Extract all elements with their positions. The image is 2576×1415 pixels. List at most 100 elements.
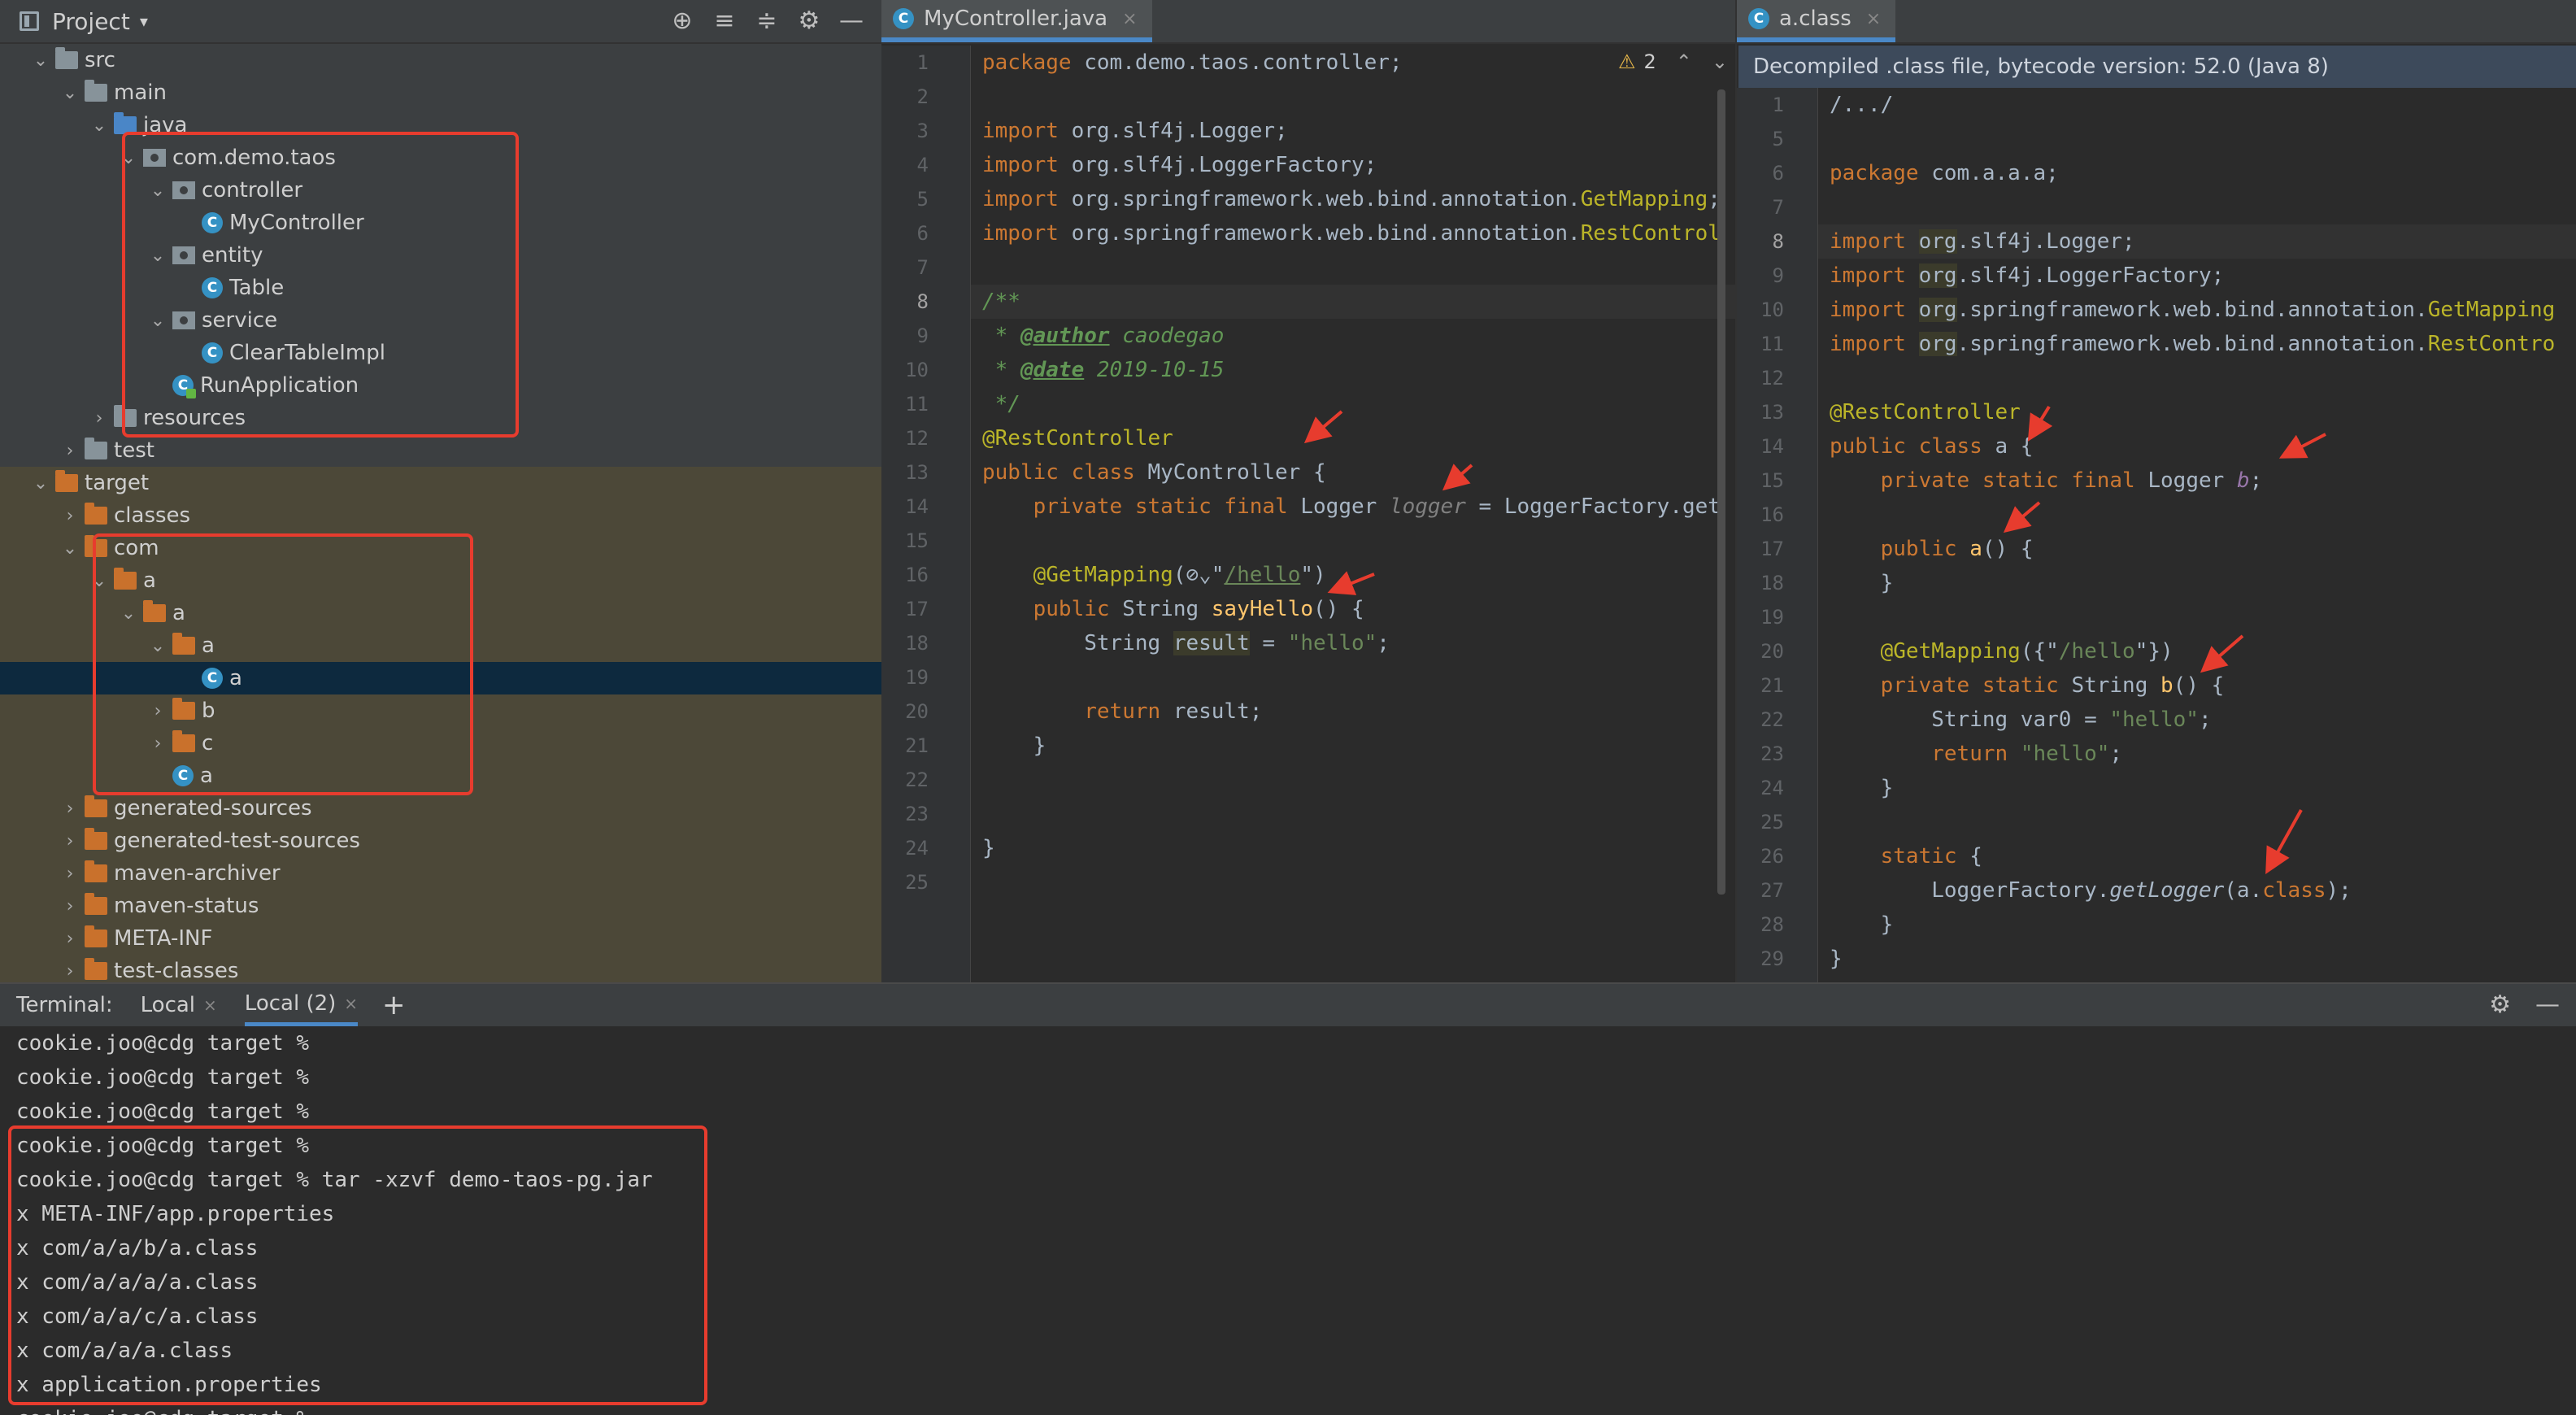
terminal-tab-local-2[interactable]: Local (2) × [244,984,359,1026]
locate-icon[interactable]: ⊕ [670,7,694,35]
tree-item[interactable]: › classes [0,499,881,532]
tree-item[interactable]: › test [0,434,881,467]
chevron-down-icon[interactable]: ⌄ [85,115,114,136]
code-token: .slf4j.LoggerFactory; [1956,263,2225,288]
tree-item-label: target [85,471,150,495]
next-warning-icon[interactable]: ⌄ [1712,50,1728,73]
gear-icon[interactable]: ⚙ [2489,990,2511,1019]
code-line: return result; [982,694,1262,729]
chevron-down-icon[interactable]: ⌄ [85,571,114,591]
tree-item[interactable]: ⌄ com.demo.taos [0,142,881,174]
tree-item[interactable]: C MyController [0,207,881,239]
warning-icon: ⚠ [1618,50,1636,73]
tree-item[interactable]: ⌄ src [0,44,881,76]
tree-item[interactable]: › META-INF [0,922,881,955]
chevron-right-icon[interactable]: › [55,506,85,526]
line-number: 1 [1772,94,1784,116]
tree-item-label: service [202,308,278,333]
tree-item[interactable]: › b [0,694,881,727]
hide-icon[interactable]: — [839,7,864,35]
code-token: (⊘⌄" [1173,563,1225,587]
chevron-right-icon[interactable]: › [55,961,85,982]
editor-left-scrollbar[interactable] [1717,89,1725,895]
warning-indicator[interactable]: ⚠ 2 ⌃ ⌄ [1618,50,1728,73]
tree-item[interactable]: Ca [0,760,881,792]
close-icon[interactable]: × [203,995,217,1015]
tree-item[interactable]: › test-classes [0,955,881,982]
tree-item[interactable]: C RunApplication [0,369,881,402]
chevron-down-icon[interactable]: ⌄ [143,246,172,266]
code-token: public class [982,460,1148,485]
tree-item[interactable]: ⌄ entity [0,239,881,272]
tree-item[interactable]: C Table [0,272,881,304]
tree-item[interactable]: C ClearTableImpl [0,337,881,369]
chevron-right-icon[interactable]: › [143,701,172,721]
tab-a-class[interactable]: C a.class × [1737,0,1896,42]
tree-item[interactable]: ⌄ a [0,597,881,629]
terminal-line: cookie.joo@cdg target % [16,1065,310,1090]
expand-all-icon[interactable]: ≡ [712,7,737,35]
editor-left-tabbar: C MyController.java × [881,0,1735,44]
chevron-right-icon[interactable]: › [55,799,85,819]
prev-warning-icon[interactable]: ⌃ [1676,50,1692,73]
close-icon[interactable]: × [1866,9,1881,29]
chevron-right-icon[interactable]: › [55,441,85,461]
editor-right[interactable]: 1/.../5 6 package com.a.a.a; 7 8 import org.s… [1737,88,2576,982]
chevron-down-icon[interactable]: ⌄ [26,50,55,71]
line-number: 21 [1760,674,1784,697]
close-icon[interactable]: × [1122,9,1137,29]
code-token: @author [1020,324,1110,348]
gear-icon[interactable]: ⚙ [797,7,821,35]
project-title[interactable]: Project [52,8,130,35]
code-token: com.a.a.a; [1931,161,2059,185]
chevron-right-icon[interactable]: › [55,896,85,916]
tree-item[interactable]: › maven-archiver [0,857,881,890]
code-line: } [982,831,995,865]
chevron-down-icon[interactable]: ⌄ [143,181,172,201]
terminal-tab-local[interactable]: Local × [141,984,217,1026]
tree-item[interactable]: › resources [0,402,881,434]
hide-icon[interactable]: — [2535,990,2560,1019]
tree-item[interactable]: › generated-test-sources [0,825,881,857]
tree-item[interactable]: ⌄ java [0,109,881,142]
add-terminal-icon[interactable]: + [382,989,406,1021]
tree-item[interactable]: ⌄ service [0,304,881,337]
tree-item[interactable]: ⌄ a [0,564,881,597]
tab-mycontroller[interactable]: C MyController.java × [881,0,1152,42]
chevron-down-icon[interactable]: ⌄ [26,473,55,494]
line-number: 8 [1772,230,1784,253]
tree-item[interactable]: › maven-status [0,890,881,922]
collapse-all-icon[interactable]: ≑ [755,7,779,35]
folder-icon [114,405,137,427]
close-icon[interactable]: × [344,994,358,1013]
code-token: /hello [2058,639,2135,664]
line-number: 12 [1760,367,1784,390]
chevron-right-icon[interactable]: › [143,734,172,754]
chevron-down-icon[interactable]: ⌄ [55,538,85,559]
chevron-down-icon[interactable]: ⌄ [114,148,143,168]
chevron-down-icon[interactable]: ⌄ [114,603,143,624]
tree-item[interactable]: ⌄ com [0,532,881,564]
chevron-right-icon[interactable]: › [55,831,85,851]
tree-item[interactable]: › c [0,727,881,760]
chevron-down-icon[interactable]: ▾ [140,11,148,31]
chevron-right-icon[interactable]: › [55,929,85,949]
terminal-output[interactable]: cookie.joo@cdg target % cookie.joo@cdg ta… [16,1026,653,1415]
line-number: 6 [916,222,929,245]
tree-item[interactable]: ⌄ a [0,629,881,662]
chevron-right-icon[interactable]: › [85,408,114,429]
chevron-right-icon[interactable]: › [55,864,85,884]
chevron-down-icon[interactable]: ⌄ [55,83,85,103]
code-line: private static final Logger logger = Log… [982,490,1721,524]
tree-item[interactable]: ⌄ main [0,76,881,109]
code-line: */ [982,387,1020,421]
chevron-down-icon[interactable]: ⌄ [143,636,172,656]
tree-item[interactable]: › generated-sources [0,792,881,825]
tree-item[interactable]: ⌄ controller [0,174,881,207]
code-token: ; [2249,468,2263,493]
editor-left[interactable]: 1 package com.demo.taos.controller; 2 3 impo… [881,46,1735,982]
tree-item[interactable]: ⌄ target [0,467,881,499]
chevron-down-icon[interactable]: ⌄ [143,311,172,331]
tree-item[interactable]: Ca [0,662,881,694]
